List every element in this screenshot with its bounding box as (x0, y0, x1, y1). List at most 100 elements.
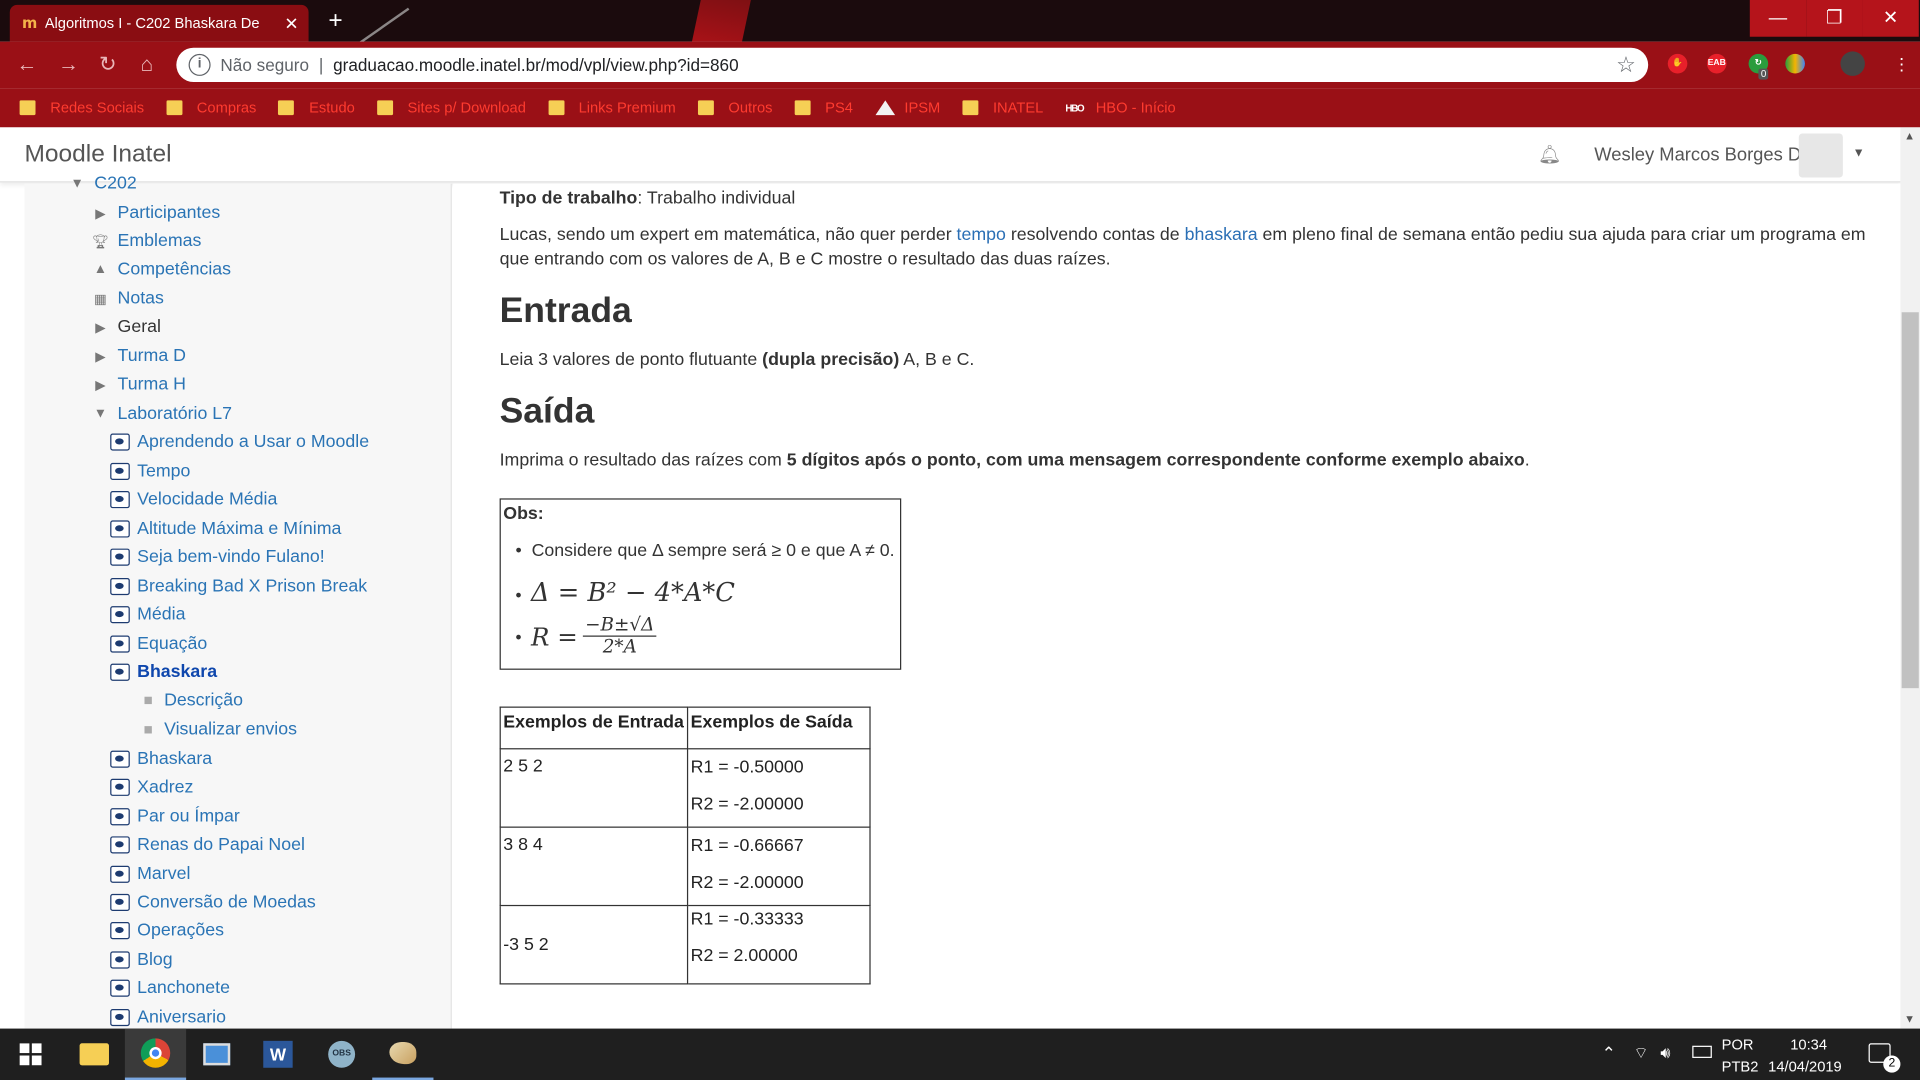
sidebar-item-convers-o-de-moedas[interactable]: Conversão de Moedas (110, 888, 537, 917)
user-menu-caret-icon[interactable]: ▼ (1853, 147, 1865, 160)
sidebar-item-turma-d[interactable]: ▶ Turma D (91, 342, 518, 371)
site-brand[interactable]: Moodle Inatel (24, 141, 171, 169)
clock-time[interactable]: 10:34 (1790, 1036, 1827, 1053)
reload-button[interactable]: ↻ (93, 50, 122, 79)
new-tab-button[interactable]: + (318, 6, 352, 35)
sidebar-item-opera-es[interactable]: Operações (110, 916, 537, 945)
sidebar-item-par-ou-mpar[interactable]: Par ou Ímpar (110, 802, 537, 831)
bookmark-compras[interactable]: Compras (166, 99, 256, 116)
bookmark-estudo[interactable]: Estudo (278, 99, 355, 116)
sidebar-item-altitude-m-xima-e-m-nima[interactable]: Altitude Máxima e Mínima (110, 514, 537, 543)
scroll-down-arrow-icon[interactable]: ▼ (1904, 1013, 1915, 1025)
bookmark-ipsm[interactable]: IPSM (874, 99, 940, 116)
sidebar-item-xadrez[interactable]: Xadrez (110, 773, 537, 802)
eab-extension-icon[interactable]: EAB (1706, 53, 1727, 74)
word-taskbar-icon[interactable]: W (247, 1029, 308, 1080)
scrollbar-thumb[interactable] (1901, 312, 1919, 689)
forward-button[interactable]: → (54, 50, 83, 79)
folder-icon (166, 100, 183, 116)
notifications-bell-icon[interactable]: 🔔︎ (1538, 143, 1561, 165)
bookmark-star-icon[interactable]: ☆ (1616, 52, 1636, 78)
sidebar-item-c202[interactable]: ▼ C202 (67, 169, 494, 198)
sidebar-item-turma-h[interactable]: ▶ Turma H (91, 370, 518, 399)
sidebar-item-m-dia[interactable]: Média (110, 600, 537, 629)
sidebar-item-equa-o[interactable]: Equação (110, 629, 537, 658)
clock-date[interactable]: 14/04/2019 (1768, 1058, 1842, 1075)
bookmark-links-premium[interactable]: Links Premium (547, 99, 676, 116)
tempo-link[interactable]: tempo (957, 225, 1006, 245)
home-button[interactable]: ⌂ (132, 50, 161, 79)
sidebar-item-label: Descrição (164, 690, 244, 711)
keyboard-layout[interactable]: PTB2 (1722, 1058, 1759, 1075)
sidebar-item-marvel[interactable]: Marvel (110, 860, 537, 889)
sidebar-item-renas-do-papai-noel[interactable]: Renas do Papai Noel (110, 830, 537, 859)
sidebar-item-aniversario[interactable]: Aniversario (110, 1003, 537, 1032)
language-indicator[interactable]: POR (1722, 1036, 1754, 1053)
sidebar-item-bhaskara[interactable]: Bhaskara (110, 744, 537, 773)
sidebar-item-visualizar-envios[interactable]: Visualizar envios (140, 715, 567, 744)
sidebar-item-label: Geral (117, 317, 161, 337)
bhaskara-link[interactable]: bhaskara (1185, 225, 1258, 245)
url-text[interactable]: graduacao.moodle.inatel.br/mod/vpl/view.… (333, 55, 1616, 75)
security-label: Não seguro (220, 55, 310, 75)
sidebar-item-tempo[interactable]: Tempo (110, 457, 537, 486)
bookmark-outros[interactable]: Outros (697, 99, 773, 116)
sidebar-item-bhaskara[interactable]: Bhaskara (110, 658, 537, 687)
obs-taskbar-icon[interactable]: OBS (311, 1029, 372, 1080)
close-tab-icon[interactable]: ✕ (284, 13, 298, 34)
sidebar-item-compet-ncias[interactable]: ▲ Competências (91, 255, 518, 284)
adblock-extension-icon[interactable]: ✋ (1667, 53, 1688, 74)
browser-tab[interactable]: m Algoritmos I - C202 Bhaskara De ✕ (9, 4, 309, 42)
extension-badge: 0 (1758, 68, 1769, 80)
sidebar-item-blog[interactable]: Blog (110, 945, 537, 974)
sidebar-item-velocidade-m-dia[interactable]: Velocidade Média (110, 485, 537, 514)
close-window-button[interactable]: ✕ (1862, 0, 1919, 37)
profile-avatar-icon[interactable] (1840, 51, 1865, 76)
user-name[interactable]: Wesley Marcos Borges D (1594, 144, 1801, 165)
tray-chevron-icon[interactable]: ⌃ (1602, 1043, 1616, 1064)
sidebar-item-emblemas[interactable]: 🏆︎ Emblemas (91, 227, 518, 256)
start-button[interactable] (0, 1029, 61, 1080)
menu-kebab-icon[interactable]: ⋮ (1893, 54, 1910, 75)
bookmark-hbo[interactable]: HBO HBO - Início (1065, 99, 1175, 116)
back-button[interactable]: ← (12, 50, 41, 79)
colorful-extension-icon[interactable] (1785, 53, 1805, 74)
vpl-activity-icon (110, 663, 130, 681)
sidebar-item-geral[interactable]: ▶ Geral (91, 312, 518, 341)
restore-button[interactable]: ❐ (1806, 0, 1863, 37)
wallpaper-streak (665, 0, 755, 42)
sidebar-item-seja-bem-vindo-fulano-[interactable]: Seja bem-vindo Fulano! (110, 542, 537, 571)
sidebar-item-lanchonete[interactable]: Lanchonete (110, 973, 537, 1002)
sidebar-item-breaking-bad-x-prison-break[interactable]: Breaking Bad X Prison Break (110, 572, 537, 601)
minimize-button[interactable]: — (1749, 0, 1807, 37)
sidebar-item-participantes[interactable]: ▶ Participantes (91, 198, 518, 227)
chrome-taskbar-icon[interactable] (124, 1028, 187, 1080)
bookmark-sites-download[interactable]: Sites p/ Download (376, 99, 526, 116)
sidebar-item-label: Lanchonete (137, 978, 230, 998)
obs-item: • Considere que Δ sempre será ≥ 0 e que … (515, 541, 895, 561)
bookmark-redes-sociais[interactable]: Redes Sociais (19, 99, 145, 116)
volume-icon[interactable]: 🔊︎ (1660, 1043, 1670, 1063)
scroll-up-arrow-icon[interactable]: ▲ (1904, 130, 1915, 142)
app-taskbar-icon[interactable] (186, 1029, 247, 1080)
info-icon[interactable]: i (188, 53, 211, 76)
file-explorer-taskbar-icon[interactable] (64, 1029, 125, 1080)
bookmark-ps4[interactable]: PS4 (794, 99, 853, 116)
network-icon[interactable]: ⌔ (1633, 1043, 1648, 1063)
folder-icon (278, 100, 295, 116)
vpl-activity-icon (110, 750, 130, 768)
sidebar-item-label: Xadrez (137, 777, 194, 798)
user-avatar[interactable] (1798, 133, 1843, 178)
sidebar-item-notas[interactable]: ▦ Notas (91, 284, 518, 313)
caret-right-icon: ▶ (95, 349, 106, 365)
paint-taskbar-icon[interactable] (372, 1029, 434, 1080)
sidebar-item-descri-o[interactable]: Descrição (140, 686, 567, 715)
address-bar[interactable]: i Não seguro | graduacao.moodle.inatel.b… (176, 47, 1649, 83)
folder-icon (962, 100, 979, 116)
battery-icon[interactable] (1692, 1045, 1712, 1058)
sidebar-item-aprendendo-a-usar-o-moodle[interactable]: Aprendendo a Usar o Moodle (110, 427, 537, 456)
caret-right-icon: ▶ (95, 377, 106, 393)
sidebar-item-laborat-rio-l7[interactable]: ▼ Laboratório L7 (91, 399, 518, 428)
sidebar-item-label: Par ou Ímpar (137, 806, 240, 827)
bookmark-inatel[interactable]: INATEL (962, 99, 1043, 116)
